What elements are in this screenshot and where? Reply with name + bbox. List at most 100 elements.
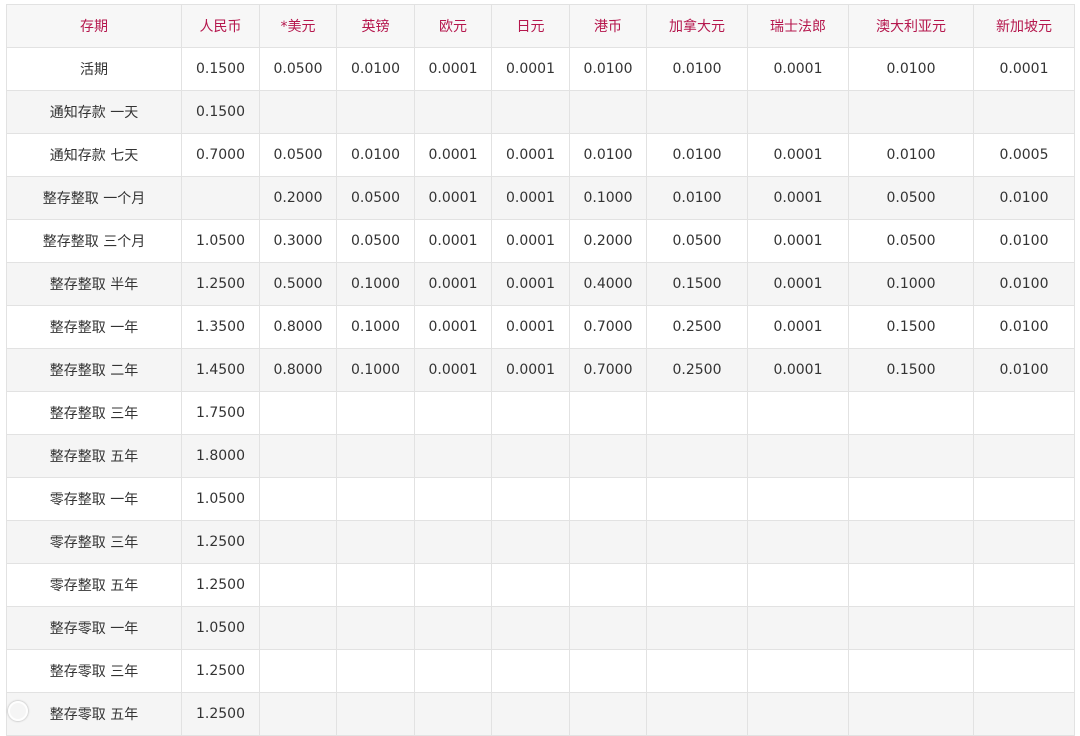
- rate-cell: [569, 563, 647, 607]
- rate-cell: [414, 606, 492, 650]
- rate-cell: 0.8000: [259, 305, 337, 349]
- rate-cell: [973, 563, 1075, 607]
- rate-cell: 0.7000: [569, 305, 647, 349]
- rate-cell: [848, 649, 974, 693]
- rate-cell: [569, 649, 647, 693]
- rate-cell: 0.0001: [747, 47, 849, 91]
- rate-cell: 0.3000: [259, 219, 337, 263]
- rate-cell: [491, 520, 570, 564]
- rate-cell: 0.5000: [259, 262, 337, 306]
- rate-cell: 1.8000: [181, 434, 260, 478]
- term-cell: 整存整取 五年: [6, 434, 182, 478]
- rate-cell: 0.0100: [973, 219, 1075, 263]
- table-row: 零存整取 五年 1.2500: [6, 563, 1075, 607]
- table-row: 整存整取 一个月 0.2000 0.0500 0.0001 0.0001 0.1000 0.…: [6, 176, 1075, 220]
- rate-cell: [336, 477, 415, 521]
- rate-cell: [848, 90, 974, 134]
- term-cell: 零存整取 五年: [6, 563, 182, 607]
- rate-cell: 0.0001: [491, 262, 570, 306]
- rate-cell: 0.0001: [973, 47, 1075, 91]
- term-cell: 通知存款 一天: [6, 90, 182, 134]
- rate-cell: [569, 606, 647, 650]
- rate-cell: [414, 477, 492, 521]
- rate-cell: [646, 649, 748, 693]
- rate-cell: [491, 692, 570, 736]
- rate-cell: [848, 520, 974, 564]
- rate-cell: [336, 520, 415, 564]
- rate-cell: 0.0001: [491, 47, 570, 91]
- rate-cell: [973, 520, 1075, 564]
- rate-cell: [973, 434, 1075, 478]
- rate-cell: [747, 520, 849, 564]
- rate-cell: 0.1500: [646, 262, 748, 306]
- rate-cell: 0.0500: [848, 176, 974, 220]
- rate-cell: 0.0100: [646, 133, 748, 177]
- rate-cell: 0.0100: [973, 176, 1075, 220]
- rate-cell: [646, 692, 748, 736]
- column-header-currency: 加拿大元: [646, 4, 748, 48]
- rate-cell: [259, 90, 337, 134]
- rate-cell: 0.0005: [973, 133, 1075, 177]
- rate-cell: [336, 692, 415, 736]
- term-cell: 整存整取 二年: [6, 348, 182, 392]
- rate-cell: [491, 391, 570, 435]
- term-cell: 整存整取 一个月: [6, 176, 182, 220]
- rate-cell: 0.1000: [336, 262, 415, 306]
- rate-cell: 0.0001: [747, 262, 849, 306]
- term-cell: 零存整取 一年: [6, 477, 182, 521]
- term-cell: 整存整取 一年: [6, 305, 182, 349]
- rate-cell: 0.0001: [747, 133, 849, 177]
- rate-cell: 0.0001: [491, 176, 570, 220]
- rate-cell: [259, 606, 337, 650]
- rate-cell: [848, 391, 974, 435]
- rate-cell: 0.0001: [414, 305, 492, 349]
- rate-cell: [414, 90, 492, 134]
- rate-cell: [414, 391, 492, 435]
- rate-cell: 0.0001: [747, 348, 849, 392]
- term-cell: 整存整取 三年: [6, 391, 182, 435]
- deposit-rates-table: 存期 人民币 *美元 英镑 欧元 日元 港币 加拿大元 瑞士法郎 澳大利亚元 新加坡元 活期 0.15…: [6, 4, 1075, 736]
- column-header-currency: 英镑: [336, 4, 415, 48]
- rate-cell: [259, 692, 337, 736]
- table-row: 整存整取 一年 1.3500 0.8000 0.1000 0.0001 0.0001 0.7…: [6, 305, 1075, 349]
- rate-cell: 1.2500: [181, 563, 260, 607]
- rate-cell: 0.0001: [747, 219, 849, 263]
- rate-cell: 0.8000: [259, 348, 337, 392]
- table-row: 整存零取 五年 1.2500: [6, 692, 1075, 736]
- rates-table-container: 存期 人民币 *美元 英镑 欧元 日元 港币 加拿大元 瑞士法郎 澳大利亚元 新加坡元 活期 0.15…: [6, 4, 1075, 736]
- rate-cell: [848, 606, 974, 650]
- rate-cell: [569, 90, 647, 134]
- rate-cell: 1.7500: [181, 391, 260, 435]
- rate-cell: 0.1500: [848, 348, 974, 392]
- rate-cell: 0.0001: [747, 176, 849, 220]
- column-header-currency: 澳大利亚元: [848, 4, 974, 48]
- rate-cell: 0.0001: [414, 176, 492, 220]
- rate-cell: [747, 391, 849, 435]
- rate-cell: [414, 520, 492, 564]
- rate-cell: 0.0100: [848, 133, 974, 177]
- table-body: 活期 0.1500 0.0500 0.0100 0.0001 0.0001 0.0100 0.…: [6, 47, 1075, 736]
- rate-cell: 1.0500: [181, 219, 260, 263]
- rate-cell: [646, 391, 748, 435]
- table-row: 通知存款 七天 0.7000 0.0500 0.0100 0.0001 0.0001 0.0…: [6, 133, 1075, 177]
- term-cell: 整存整取 半年: [6, 262, 182, 306]
- rate-cell: [973, 606, 1075, 650]
- rate-cell: 0.1000: [336, 305, 415, 349]
- rate-cell: 0.1500: [181, 90, 260, 134]
- rate-cell: [646, 434, 748, 478]
- rate-cell: 1.2500: [181, 649, 260, 693]
- rate-cell: 0.2000: [569, 219, 647, 263]
- rate-cell: 0.0500: [336, 176, 415, 220]
- rate-cell: [336, 391, 415, 435]
- rate-cell: 0.1500: [181, 47, 260, 91]
- table-row: 整存零取 三年 1.2500: [6, 649, 1075, 693]
- rate-cell: 0.0001: [414, 219, 492, 263]
- table-header-row: 存期 人民币 *美元 英镑 欧元 日元 港币 加拿大元 瑞士法郎 澳大利亚元 新加坡元: [6, 4, 1075, 48]
- rate-cell: 0.0500: [259, 133, 337, 177]
- rate-cell: [747, 563, 849, 607]
- rate-cell: [747, 606, 849, 650]
- rate-cell: 0.2500: [646, 348, 748, 392]
- rate-cell: 1.0500: [181, 606, 260, 650]
- rate-cell: [646, 606, 748, 650]
- table-row: 零存整取 一年 1.0500: [6, 477, 1075, 521]
